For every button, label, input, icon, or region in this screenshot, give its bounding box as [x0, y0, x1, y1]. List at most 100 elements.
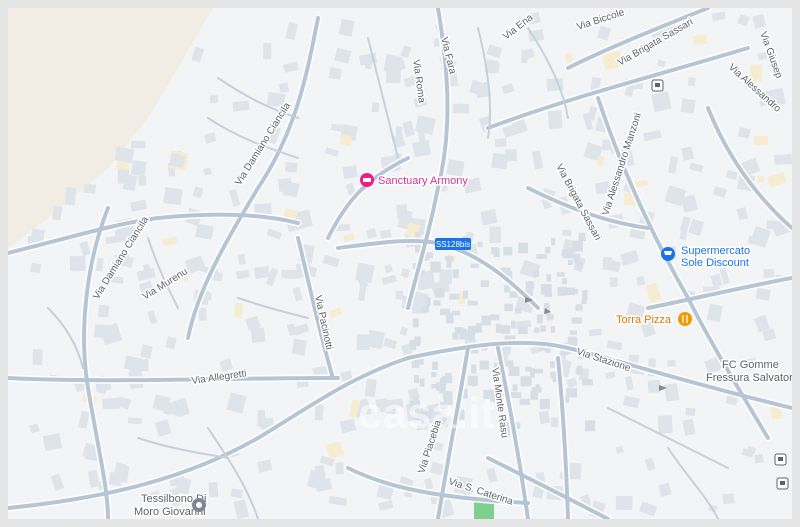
building: [645, 282, 662, 303]
building: [192, 186, 204, 199]
building: [191, 46, 204, 63]
building: [226, 392, 247, 414]
building: [322, 254, 340, 268]
building: [519, 398, 530, 405]
map-canvas[interactable]: casa.it Via Damiano Ciancila Via Damiano…: [8, 8, 792, 519]
building: [657, 415, 673, 434]
building: [165, 336, 177, 350]
building: [737, 13, 750, 27]
building: [340, 133, 353, 147]
bus-stop-icon[interactable]: [776, 477, 789, 490]
building: [32, 349, 43, 366]
building: [754, 135, 769, 145]
building: [83, 183, 97, 194]
building: [510, 392, 522, 399]
building: [69, 255, 86, 272]
building: [203, 167, 212, 176]
building: [561, 286, 567, 293]
building: [250, 327, 266, 343]
building: [462, 290, 468, 299]
road-path: [8, 212, 300, 255]
building: [615, 445, 624, 455]
building: [682, 418, 696, 436]
building: [228, 188, 241, 207]
building: [588, 328, 602, 337]
building: [668, 156, 679, 174]
building: [577, 261, 583, 268]
map-svg: casa.it Via Damiano Ciancila Via Damiano…: [8, 8, 792, 519]
building: [575, 304, 583, 311]
building: [449, 293, 459, 300]
building: [622, 395, 640, 409]
building: [518, 242, 529, 254]
building: [381, 274, 397, 286]
building: [355, 262, 375, 283]
building: [486, 44, 503, 59]
building: [230, 488, 244, 499]
building: [489, 314, 500, 321]
building: [609, 277, 618, 287]
building: [480, 209, 498, 226]
building: [209, 95, 218, 104]
bus-stop-icon[interactable]: [651, 79, 664, 92]
building: [754, 314, 770, 333]
building: [536, 254, 548, 259]
building: [556, 272, 565, 277]
building: [399, 326, 408, 336]
building: [479, 360, 489, 370]
building: [235, 269, 250, 280]
building: [581, 299, 587, 304]
building: [379, 229, 392, 239]
building: [154, 419, 172, 437]
bus-stop-icon[interactable]: [774, 453, 787, 466]
building: [114, 146, 135, 164]
building: [754, 454, 764, 464]
building: [520, 49, 529, 64]
building: [334, 47, 352, 64]
building: [330, 123, 343, 132]
building: [510, 320, 516, 329]
building: [446, 312, 454, 324]
building: [324, 147, 339, 157]
building: [78, 410, 90, 429]
building: [384, 264, 393, 274]
building: [452, 269, 459, 279]
building: [470, 263, 479, 268]
building: [422, 305, 430, 313]
building: [281, 269, 299, 279]
building: [285, 21, 298, 41]
building: [108, 472, 123, 487]
building: [98, 304, 109, 318]
building: [597, 25, 612, 41]
poi-torra-pizza[interactable]: Torra Pizza: [615, 312, 692, 328]
building: [635, 275, 646, 286]
building: [755, 287, 772, 301]
building: [752, 14, 766, 29]
building: [605, 371, 616, 380]
road-path: [8, 376, 340, 383]
building: [452, 332, 459, 340]
building: [550, 326, 556, 333]
building: [534, 327, 540, 333]
building: [433, 300, 441, 306]
building: [550, 417, 559, 428]
poi-label: FC Gomme: [722, 359, 779, 371]
building: [572, 240, 583, 252]
building: [736, 207, 748, 221]
building: [639, 501, 658, 517]
poi-tessilbono[interactable]: Tessilbono Di Moro Giovanni: [133, 492, 208, 520]
building: [356, 334, 370, 351]
building: [94, 324, 112, 339]
building: [710, 273, 723, 288]
building: [413, 375, 420, 384]
building: [505, 360, 514, 367]
building: [501, 325, 511, 334]
road-label: Via Fara: [438, 36, 458, 76]
building: [378, 500, 394, 511]
building: [679, 215, 691, 232]
building: [569, 330, 577, 335]
building: [163, 187, 183, 206]
building: [504, 303, 513, 312]
building: [481, 315, 492, 326]
building: [138, 175, 147, 186]
